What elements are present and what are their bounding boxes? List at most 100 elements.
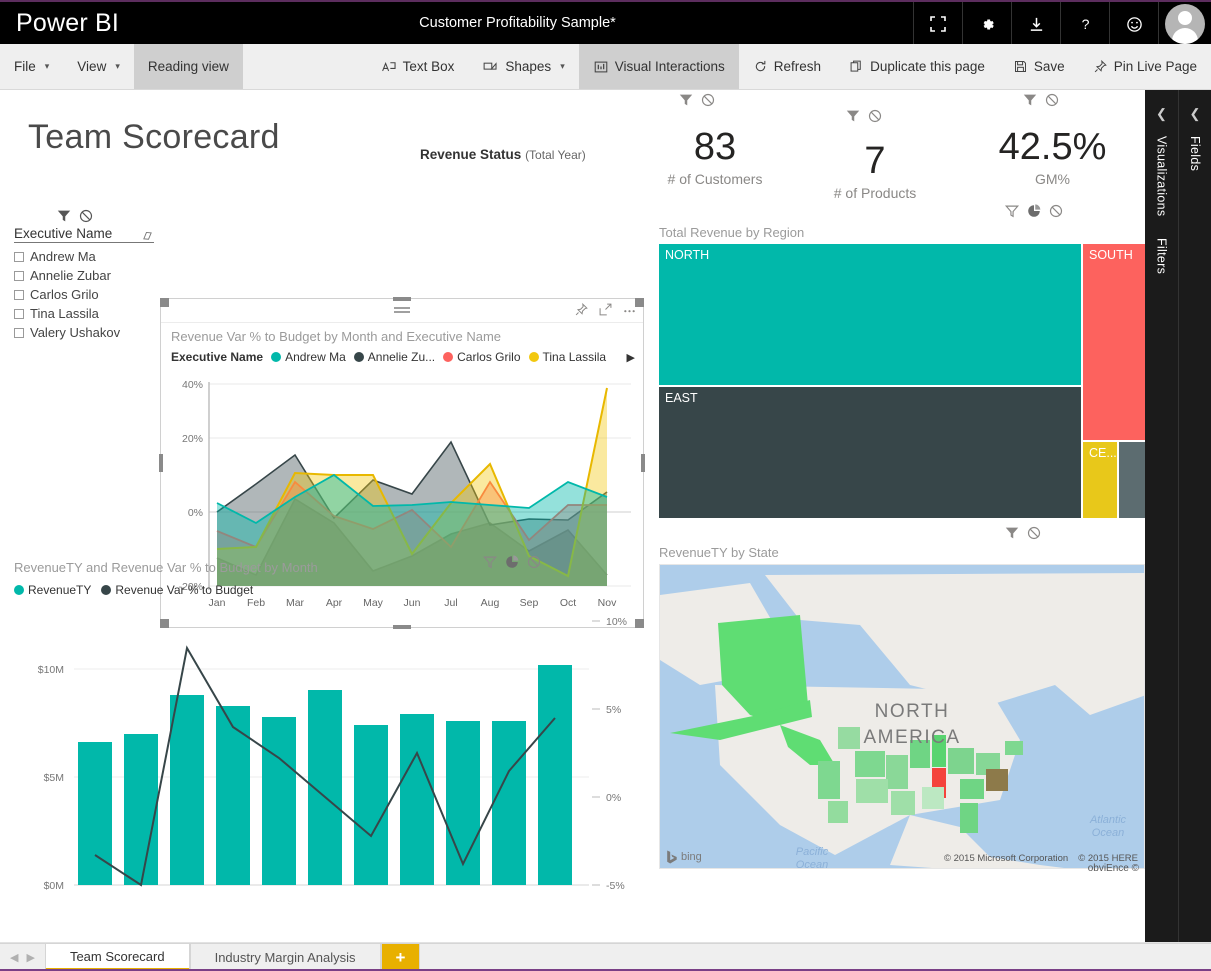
legend-swatch-icon [101, 585, 111, 595]
legend-label: Revenue Var % to Budget [115, 583, 253, 597]
button-text-box[interactable]: Text Box [367, 44, 469, 89]
checkbox-icon[interactable] [14, 290, 24, 300]
map-plot[interactable]: NORTH AMERICA Pacific Ocean Atlantic Oce… [659, 564, 1145, 869]
more-options-icon[interactable] [622, 302, 637, 317]
svg-text:Ocean: Ocean [1092, 827, 1124, 839]
legend-item[interactable]: Tina Lassila [529, 350, 607, 364]
focus-mode-icon[interactable] [598, 302, 613, 317]
resize-handle-left[interactable] [159, 454, 163, 472]
bing-logo[interactable]: bing [666, 850, 702, 864]
legend-label: Annelie Zu... [368, 350, 435, 364]
kpi-card-customers[interactable]: 83 # of Customers [640, 128, 790, 187]
pane-visualizations[interactable]: ❮ Visualizations Filters [1145, 90, 1179, 943]
legend-item[interactable]: Andrew Ma [271, 350, 346, 364]
kpi-products-label: # of Products [800, 185, 950, 201]
user-avatar[interactable] [1158, 2, 1211, 46]
resize-handle-right[interactable] [641, 454, 645, 472]
svg-text:-5%: -5% [606, 880, 625, 892]
pane-fields[interactable]: ❮ Fields [1179, 90, 1211, 943]
legend-item[interactable]: Revenue Var % to Budget [101, 583, 253, 597]
slicer-item-annelie-zubar[interactable]: Annelie Zubar [14, 266, 154, 285]
tab-label: Industry Margin Analysis [215, 950, 356, 965]
filter-icon [1004, 525, 1020, 541]
legend-item[interactable]: RevenueTY [14, 583, 91, 597]
checkbox-icon[interactable] [14, 328, 24, 338]
tab-team-scorecard[interactable]: Team Scorecard [45, 944, 190, 971]
treemap-cell-other[interactable] [1119, 442, 1145, 518]
button-shapes[interactable]: Shapes ▾ [468, 44, 578, 89]
no-interaction-icon [526, 554, 542, 570]
bar-series-revenuety [78, 665, 572, 885]
tab-next-icon[interactable]: ▶ [26, 951, 34, 964]
legend-next-arrow-icon[interactable]: ▶ [627, 351, 635, 364]
slicer-item-tina-lassila[interactable]: Tina Lassila [14, 304, 154, 323]
drag-grip-icon[interactable] [394, 307, 410, 314]
treemap-cell-central[interactable]: CE... [1083, 442, 1117, 518]
treemap-cell-south[interactable]: SOUTH [1083, 244, 1145, 440]
tab-label: Team Scorecard [70, 949, 165, 964]
map-visual[interactable]: RevenueTY by State [659, 545, 1145, 905]
filter-icon [1004, 203, 1020, 219]
tab-industry-margin-analysis[interactable]: Industry Margin Analysis [190, 944, 381, 971]
slicer-header: Executive Name [14, 226, 154, 243]
add-page-button[interactable]: + [381, 944, 421, 971]
menu-view-label: View [77, 59, 106, 74]
tab-prev-icon[interactable]: ◀ [10, 951, 18, 964]
checkbox-icon[interactable] [14, 252, 24, 262]
pin-icon[interactable] [574, 302, 589, 317]
button-pin-live-page[interactable]: Pin Live Page [1079, 44, 1211, 89]
button-save[interactable]: Save [999, 44, 1079, 89]
ribbon-spacer [243, 44, 367, 89]
slicer-item-label: Valery Ushakov [30, 325, 120, 340]
chevron-left-icon[interactable]: ❮ [1156, 106, 1167, 122]
slicer-title: Executive Name [14, 226, 112, 241]
button-visual-interactions[interactable]: Visual Interactions [579, 44, 739, 89]
legend-swatch-icon [529, 352, 539, 362]
combo-chart-legend: RevenueTY Revenue Var % to Budget [14, 583, 644, 597]
treemap-cell-label: EAST [665, 391, 698, 405]
chevron-down-icon: ▾ [560, 61, 565, 72]
kpi-card-products[interactable]: 7 # of Products [800, 142, 950, 201]
clear-selection-icon[interactable] [140, 227, 154, 241]
combo-chart[interactable]: RevenueTY and Revenue Var % to Budget by… [14, 560, 644, 900]
smiley-feedback-icon[interactable] [1109, 2, 1158, 46]
legend-item[interactable]: Carlos Grilo [443, 350, 520, 364]
text-box-icon [381, 59, 397, 75]
treemap-cell-east[interactable]: EAST [659, 387, 1081, 518]
slicer-item-valery-ushakov[interactable]: Valery Ushakov [14, 323, 154, 342]
duplicate-page-icon [849, 59, 864, 74]
slicer-item-carlos-grilo[interactable]: Carlos Grilo [14, 285, 154, 304]
checkbox-icon[interactable] [14, 309, 24, 319]
button-duplicate-page[interactable]: Duplicate this page [835, 44, 999, 89]
legend-item[interactable]: Annelie Zu... [354, 350, 435, 364]
kpi-products-tools [845, 108, 883, 124]
avatar [1165, 4, 1205, 44]
no-interaction-icon [867, 108, 883, 124]
save-icon [1013, 59, 1028, 74]
treemap-cell-label: SOUTH [1089, 248, 1133, 262]
filter-icon [1022, 92, 1038, 108]
slicer-options: Andrew Ma Annelie Zubar Carlos Grilo Tin… [14, 247, 154, 342]
checkbox-icon[interactable] [14, 271, 24, 281]
slicer-item-andrew-ma[interactable]: Andrew Ma [14, 247, 154, 266]
kpi-card-gm[interactable]: 42.5% GM% [975, 128, 1130, 187]
button-refresh[interactable]: Refresh [739, 44, 835, 89]
chevron-left-icon[interactable]: ❮ [1190, 106, 1201, 122]
no-interaction-icon [78, 208, 94, 224]
menu-view[interactable]: View ▾ [63, 44, 134, 89]
shapes-label: Shapes [505, 59, 551, 74]
kpi-customers-value: 83 [640, 128, 790, 166]
help-icon[interactable]: ? [1060, 2, 1109, 46]
menu-file[interactable]: File ▾ [0, 44, 63, 89]
download-icon[interactable] [1011, 2, 1060, 46]
fullscreen-icon[interactable] [913, 2, 962, 46]
combo-chart-plot[interactable]: $10M $5M $0M 10% 5% 0% -5% [14, 603, 644, 893]
settings-gear-icon[interactable] [962, 2, 1011, 46]
treemap-visual[interactable]: Total Revenue by Region NORTH EAST SOUTH… [659, 225, 1145, 520]
treemap-cell-north[interactable]: NORTH [659, 244, 1081, 385]
filter-icon [678, 92, 694, 108]
filter-icon [845, 108, 861, 124]
svg-text:Ocean: Ocean [796, 859, 828, 869]
button-reading-view[interactable]: Reading view [134, 44, 243, 89]
executive-name-slicer[interactable]: Executive Name Andrew Ma Annelie Zubar C… [14, 208, 154, 342]
